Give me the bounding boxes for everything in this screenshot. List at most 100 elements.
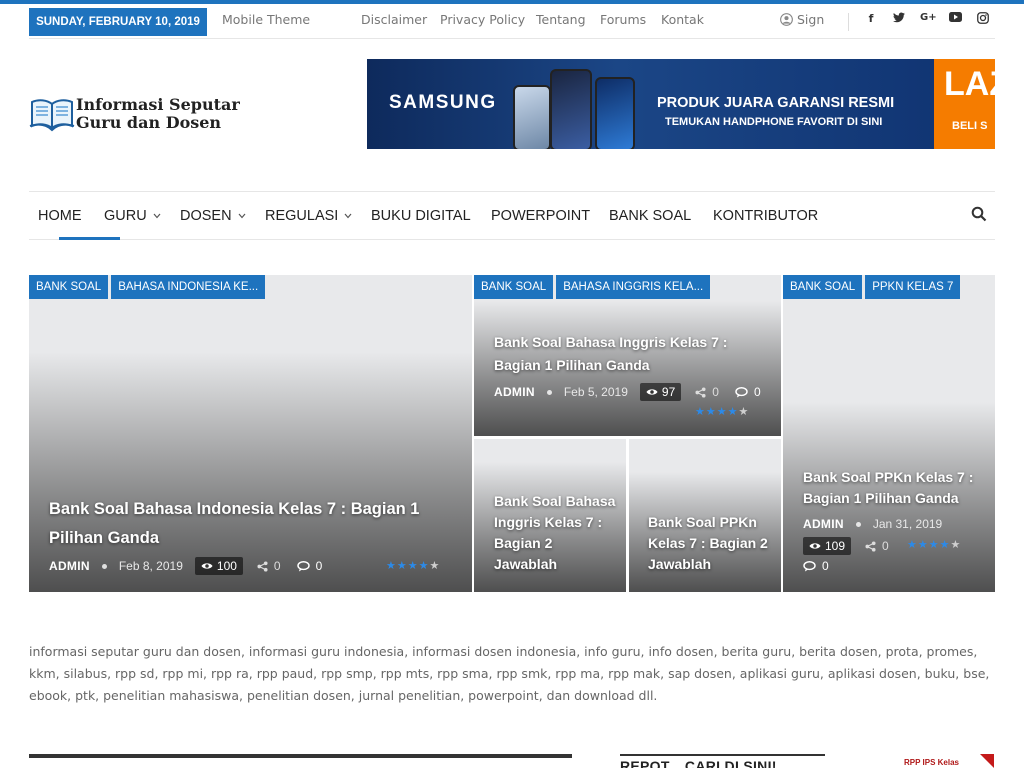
chevron-down-icon (344, 211, 352, 221)
ad-banner[interactable]: SAMSUNG PRODUK JUARA GARANSI RESMI TEMUK… (367, 59, 995, 149)
topbar-link-forums[interactable]: Forums (600, 12, 646, 27)
post-date: Jan 31, 2019 (872, 517, 943, 531)
sign-in-link[interactable]: Sign (780, 12, 824, 27)
category-tag[interactable]: BANK SOAL (474, 275, 554, 299)
comment-count[interactable]: 0 (803, 559, 829, 573)
nav-item-guru[interactable]: GURU (104, 208, 161, 224)
views-count: 100 (216, 559, 237, 573)
ad-brand: SAMSUNG (389, 92, 497, 113)
rating-stars: ★ ★ ★ ★ ★ (386, 560, 440, 572)
nav-item-kontributor[interactable]: KONTRIBUTOR (713, 208, 818, 224)
share-value: 0 (273, 559, 281, 573)
google-plus-icon[interactable]: G+ (920, 12, 937, 23)
twitter-icon[interactable] (892, 12, 906, 26)
ad-partner-panel: LAZ BELI S (934, 59, 995, 149)
meta-separator (101, 563, 107, 569)
sidebar-heading: REPOT... CARI DI SINI! (620, 758, 777, 768)
post-author[interactable]: ADMIN (803, 517, 844, 531)
share-value: 0 (712, 385, 719, 399)
nav-label: BANK SOAL (609, 208, 692, 224)
featured-post-5[interactable]: BANK SOAL PPKN KELAS 7 Bank Soal PPKn Ke… (783, 275, 995, 592)
date-badge: SUNDAY, FEBRUARY 10, 2019 (29, 8, 207, 36)
youtube-icon[interactable] (948, 12, 962, 25)
post-author[interactable]: ADMIN (49, 559, 90, 573)
ad-cta: BELI S (952, 120, 988, 132)
sign-label: Sign (797, 12, 825, 27)
ad-subline: TEMUKAN HANDPHONE FAVORIT DI SINI (665, 116, 883, 128)
nav-item-dosen[interactable]: DOSEN (180, 208, 246, 224)
featured-post-2[interactable]: BANK SOAL BAHASA INGGRIS KELA... Bank So… (474, 275, 781, 436)
meta-separator (546, 389, 552, 395)
comment-count[interactable]: 0 (735, 385, 761, 399)
user-icon (780, 13, 793, 26)
post-title[interactable]: Bank Soal Bahasa Inggris Kelas 7 : Bagia… (494, 331, 764, 377)
comment-value: 0 (315, 559, 323, 573)
comment-count[interactable]: 0 (296, 559, 323, 573)
ad-headline: PRODUK JUARA GARANSI RESMI (657, 95, 895, 111)
category-tag[interactable]: BANK SOAL (29, 275, 109, 299)
nav-item-bank-soal[interactable]: BANK SOAL (609, 208, 691, 224)
category-tag[interactable]: BAHASA INGGRIS KELA... (556, 275, 711, 299)
rating-stars: ★ ★ ★ ★ ★ (907, 539, 961, 551)
views-count: 109 (825, 539, 846, 553)
share-icon (865, 540, 876, 552)
category-tag[interactable]: PPKN KELAS 7 (865, 275, 961, 299)
topbar-link-privacy-policy[interactable]: Privacy Policy (440, 12, 525, 27)
featured-post-1[interactable]: BANK SOAL BAHASA INDONESIA KE... Bank So… (29, 275, 472, 592)
category-tag[interactable]: BANK SOAL (783, 275, 863, 299)
nav-item-home[interactable]: HOME (38, 208, 120, 240)
nav-label: DOSEN (180, 208, 232, 224)
comment-value: 0 (753, 385, 761, 399)
sidebar-ad-text: RPP IPS Kelas (904, 758, 959, 767)
chevron-down-icon (153, 211, 161, 221)
share-count[interactable]: 0 (865, 539, 889, 553)
views-count: 97 (661, 385, 676, 399)
post-author[interactable]: ADMIN (494, 385, 535, 399)
post-title[interactable]: Bank Soal Bahasa Indonesia Kelas 7 : Bag… (49, 495, 449, 553)
sidebar-ad[interactable]: RPP IPS Kelas (882, 754, 994, 768)
post-title[interactable]: Bank Soal Bahasa Inggris Kelas 7 : Bagia… (494, 491, 619, 575)
post-meta: ADMIN Feb 5, 2019 97 0 0 (494, 383, 761, 401)
logo-line-1: Informasi Seputar (76, 95, 240, 114)
ad-corner (980, 754, 994, 768)
views-badge: 109 (803, 537, 852, 555)
nav-label: GURU (104, 208, 147, 224)
nav-item-buku-digital[interactable]: BUKU DIGITAL (371, 208, 471, 224)
topbar-link-mobile-theme[interactable]: Mobile Theme (222, 12, 310, 27)
search-button[interactable] (971, 206, 987, 222)
post-meta: ADMIN Feb 8, 2019 100 0 0 (49, 557, 322, 575)
topbar-link-kontak[interactable]: Kontak (661, 12, 704, 27)
share-count[interactable]: 0 (257, 559, 281, 573)
share-count[interactable]: 0 (695, 385, 719, 399)
eye-icon (809, 543, 821, 549)
facebook-icon[interactable]: f (864, 12, 878, 25)
comment-icon (803, 560, 816, 572)
meta-separator (855, 521, 861, 527)
nav-item-powerpoint[interactable]: POWERPOINT (491, 208, 590, 224)
eye-icon (201, 563, 213, 569)
logo-line-2: Guru dan Dosen (76, 113, 222, 132)
post-stats: 109 0 (803, 537, 889, 555)
category-tag[interactable]: BAHASA INDONESIA KE... (111, 275, 266, 299)
ad-phone-3 (595, 77, 635, 149)
post-title[interactable]: Bank Soal PPKn Kelas 7 : Bagian 2 Jawabl… (648, 512, 773, 575)
sidebar-divider (620, 754, 825, 756)
comment-value: 0 (822, 559, 829, 573)
ad-phone-1 (513, 85, 551, 149)
post-title[interactable]: Bank Soal PPKn Kelas 7 : Bagian 1 Piliha… (803, 467, 983, 509)
post-date: Feb 8, 2019 (118, 559, 183, 573)
topbar-divider (848, 13, 849, 31)
site-logo[interactable]: Informasi Seputar Guru dan Dosen (29, 94, 259, 136)
nav-item-regulasi[interactable]: REGULASI (265, 208, 352, 224)
instagram-icon[interactable] (976, 12, 990, 27)
nav-label: BUKU DIGITAL (371, 208, 471, 224)
search-icon (971, 206, 987, 222)
site-description: informasi seputar guru dan dosen, inform… (29, 644, 990, 703)
main-nav: HOME GURU DOSEN REGULASI BUKU DIGITAL PO… (29, 191, 995, 240)
featured-post-4[interactable]: Bank Soal PPKn Kelas 7 : Bagian 2 Jawabl… (629, 439, 781, 592)
nav-label: KONTRIBUTOR (713, 208, 819, 224)
featured-post-3[interactable]: Bank Soal Bahasa Inggris Kelas 7 : Bagia… (474, 439, 626, 592)
topbar-link-tentang[interactable]: Tentang (536, 12, 586, 27)
rating-stars: ★ ★ ★ ★ ★ (695, 406, 749, 418)
topbar-link-disclaimer[interactable]: Disclaimer (361, 12, 427, 27)
